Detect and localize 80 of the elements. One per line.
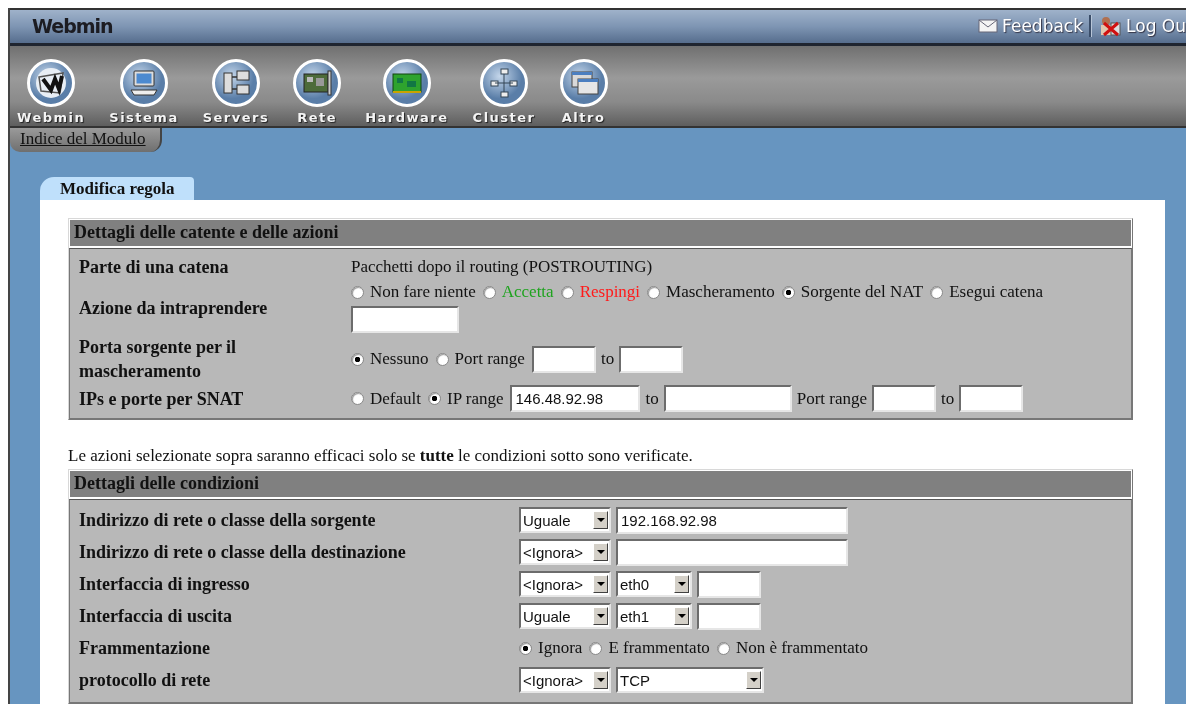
text-field[interactable]	[663, 385, 792, 412]
dropdown[interactable]: Uguale	[519, 507, 611, 533]
radio-button[interactable]	[351, 352, 364, 366]
webmin-logo: Webmin	[31, 15, 113, 38]
radio-button[interactable]	[781, 285, 795, 299]
category-link[interactable]: Rete	[290, 58, 345, 126]
radio-button[interactable]	[428, 392, 441, 405]
circuit-board-icon	[382, 58, 431, 107]
radio-button[interactable]	[930, 285, 944, 299]
radio-button[interactable]	[716, 641, 730, 655]
radio-button[interactable]	[351, 392, 364, 405]
dropdown[interactable]: <Ignora>	[519, 667, 611, 693]
text-field[interactable]	[351, 306, 459, 333]
radio-button[interactable]	[435, 352, 449, 366]
value-text: to	[941, 388, 955, 409]
radio-label[interactable]: Sorgente del NAT	[800, 282, 924, 302]
radio-label[interactable]: Ignora	[538, 638, 583, 658]
field-label: Indirizzo di rete o classe della destinazione	[79, 541, 407, 564]
radio-button[interactable]	[647, 285, 661, 299]
network-icon	[480, 58, 529, 107]
category-link[interactable]: Webmin	[14, 58, 89, 126]
radio-label[interactable]: Nessuno	[370, 349, 429, 369]
text-field[interactable]	[959, 385, 1024, 412]
value-text: to	[645, 388, 659, 409]
envelope-icon	[978, 19, 999, 34]
radio-label[interactable]: Non fare niente	[370, 282, 476, 302]
text-field[interactable]	[697, 602, 761, 630]
category-link[interactable]: Hardware	[362, 58, 452, 126]
radio-label[interactable]: Mascheramento	[666, 282, 775, 302]
text-field[interactable]: 146.48.92.98	[510, 385, 641, 412]
category-link[interactable]: Servers	[199, 58, 273, 126]
radio-label[interactable]: Non è frammentato	[735, 638, 869, 658]
dropdown[interactable]: <Ignora>	[519, 539, 611, 565]
tab[interactable]: Modifica regola	[40, 176, 195, 200]
field-label: Interfaccia di uscita	[79, 605, 233, 628]
text-field[interactable]	[872, 385, 937, 412]
field-label: Interfaccia di ingresso	[79, 573, 251, 596]
field-label: IPs e porte per SNAT	[79, 387, 245, 411]
field-label: Indirizzo di rete o classe della sorgente	[79, 509, 377, 532]
field-label: Frammentazione	[79, 637, 211, 660]
value-text: Pacchetti dopo il routing (POSTROUTING)	[351, 256, 653, 277]
category-link[interactable]: Altro	[556, 58, 611, 126]
radio-button[interactable]	[560, 285, 574, 299]
field-label: protocollo di rete	[79, 669, 212, 692]
dropdown[interactable]: TCP	[616, 667, 764, 693]
value-text: Port range	[796, 388, 868, 409]
section-header: Dettagli delle condizioni	[69, 470, 1132, 499]
category-link[interactable]: Sistema	[106, 58, 182, 126]
logout-icon	[1098, 15, 1123, 38]
radio-button[interactable]	[351, 285, 364, 299]
radio-button[interactable]	[589, 641, 603, 655]
module-index-link[interactable]: Indice del Modulo	[10, 127, 162, 152]
radio-button[interactable]	[519, 641, 532, 655]
radio-label[interactable]: Default	[370, 388, 421, 409]
note-text: Le azioni selezionate sopra saranno efficaci solo se tutte le condizioni sotto sono verificate.	[68, 446, 694, 466]
text-field[interactable]: 192.168.92.98	[616, 506, 848, 534]
category-link[interactable]: Cluster	[469, 58, 539, 126]
spiderweb-icon	[27, 58, 76, 107]
field-label: Porta sorgente per il mascheramento	[79, 336, 238, 383]
radio-label[interactable]: Port range	[454, 349, 525, 369]
value-text: to	[600, 349, 615, 369]
dropdown[interactable]: Uguale	[519, 603, 611, 629]
radio-label[interactable]: IP range	[447, 388, 504, 409]
section-header: Dettagli delle catente e delle azioni	[69, 219, 1132, 248]
dropdown[interactable]: eth1	[616, 603, 692, 629]
dropdown[interactable]: <Ignora>	[519, 571, 611, 597]
text-field[interactable]	[616, 538, 848, 566]
dropdown[interactable]: eth0	[616, 571, 692, 597]
computer-icon	[119, 58, 168, 107]
text-field[interactable]	[697, 570, 761, 598]
radio-button[interactable]	[482, 285, 496, 299]
circuit-card-icon	[293, 58, 342, 107]
text-field[interactable]	[531, 345, 596, 373]
field-label: Azione da intraprendere	[79, 296, 269, 320]
text-field[interactable]	[619, 345, 684, 373]
field-label: Parte di una catena	[79, 255, 230, 279]
windows-icon	[559, 58, 608, 107]
radio-label[interactable]: Esegui catena	[949, 282, 1044, 302]
radio-label[interactable]: E frammentato	[608, 638, 710, 658]
servers-icon	[211, 58, 260, 107]
